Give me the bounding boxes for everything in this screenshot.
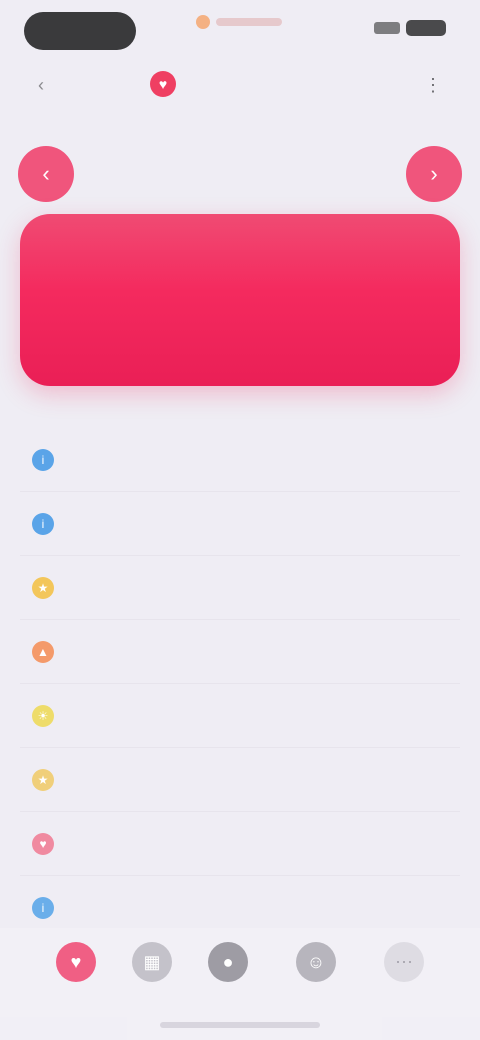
chevron-left-icon[interactable]: ‹ [38, 74, 60, 96]
list-item[interactable]: ▲ [20, 620, 460, 684]
info-icon: i [32, 897, 54, 919]
hero-value [44, 268, 144, 292]
star-icon: ★ [32, 768, 54, 791]
list-item[interactable]: ☀ [20, 684, 460, 748]
list-item[interactable]: i [20, 428, 460, 492]
heart-icon: ♥ [56, 942, 96, 982]
notification-text-placeholder [216, 18, 282, 26]
heart-icon: ♥ [32, 832, 54, 855]
tab-profile[interactable]: ☺ [276, 942, 356, 1022]
nav-title-group: ♥ [150, 64, 330, 104]
more-icon: ⋯ [384, 942, 424, 982]
hero-label-top [44, 240, 144, 262]
list-item[interactable]: ★ [20, 556, 460, 620]
previous-button[interactable]: ‹ [18, 146, 74, 202]
list-item[interactable]: i [20, 492, 460, 556]
notification-dot-icon [196, 15, 210, 29]
list-item[interactable]: ♥ [20, 812, 460, 876]
chevron-left-icon: ‹ [42, 161, 50, 186]
tab-browse[interactable]: ▦ [112, 942, 192, 1022]
pager-label [190, 166, 290, 186]
person-icon: ☺ [296, 942, 336, 982]
list-item[interactable]: ★ [20, 748, 460, 812]
detail-list: i i ★ ▲ ☀ ★ ♥ i [20, 428, 460, 948]
chevron-right-icon: › [430, 161, 438, 186]
hero-label-bottom [44, 338, 144, 358]
status-bar [0, 0, 480, 56]
star-icon: ★ [32, 576, 54, 599]
status-indicators [362, 20, 446, 36]
next-button[interactable]: › [406, 146, 462, 202]
more-icon[interactable]: ⋮ [422, 74, 444, 96]
tab-summary[interactable]: ♥ [36, 942, 116, 1022]
info-icon: i [32, 512, 54, 535]
sun-icon: ☀ [32, 704, 54, 727]
signal-icon [374, 22, 400, 34]
status-pill [24, 12, 136, 50]
heart-icon: ♥ [150, 71, 176, 97]
hero-footnote [200, 396, 280, 410]
circle-icon: ● [208, 942, 248, 982]
tab-more[interactable]: ⋯ [364, 942, 444, 1022]
tab-center[interactable]: ● [188, 942, 268, 1022]
status-notification [196, 12, 286, 32]
nav-bar: ‹ ♥ ⋮ [0, 56, 480, 112]
hero-card[interactable] [20, 214, 460, 386]
flame-icon: ▲ [32, 640, 54, 663]
grid-icon: ▦ [132, 942, 172, 982]
info-icon: i [32, 448, 54, 471]
battery-icon [406, 20, 446, 36]
home-indicator [160, 1022, 320, 1028]
